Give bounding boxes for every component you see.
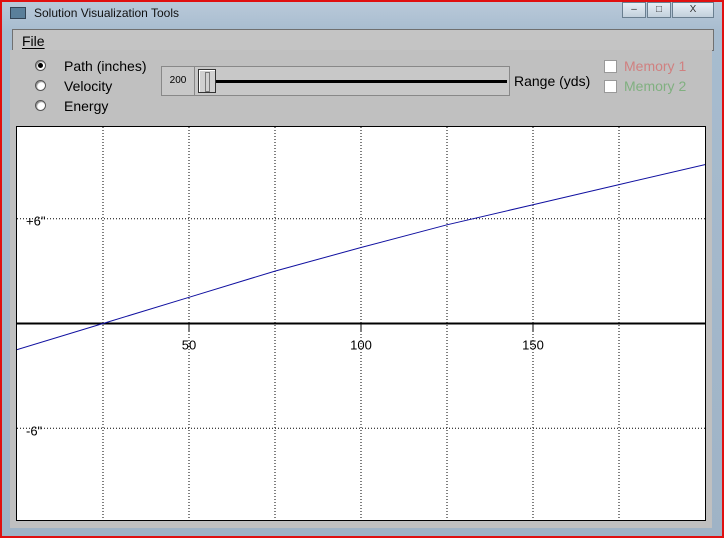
range-slider[interactable]: 200: [161, 66, 510, 96]
maximize-button[interactable]: □: [647, 2, 671, 18]
chart-svg: +6" -6" 50 100 150: [16, 127, 706, 520]
radio-energy-label[interactable]: Energy: [64, 98, 108, 114]
title-bar[interactable]: Solution Visualization Tools – □ X: [4, 2, 722, 24]
x-tick-label: 100: [350, 338, 372, 353]
close-button[interactable]: X: [672, 2, 714, 18]
x-tick-label: 150: [522, 338, 544, 353]
app-icon: [10, 7, 26, 19]
menu-bar: File: [12, 29, 714, 51]
minimize-button[interactable]: –: [622, 2, 646, 18]
radio-velocity[interactable]: [35, 80, 46, 91]
series-line-path: [16, 164, 706, 351]
radio-path[interactable]: [35, 60, 46, 71]
x-tick-label: 50: [182, 338, 196, 353]
range-value: 200: [162, 67, 195, 95]
memory-1-checkbox[interactable]: [604, 60, 617, 73]
y-tick-label: -6": [26, 423, 43, 438]
memory-2-label[interactable]: Memory 2: [624, 78, 686, 94]
slider-track[interactable]: [202, 80, 507, 83]
menu-file[interactable]: File: [22, 33, 45, 49]
memory-2-checkbox[interactable]: [604, 80, 617, 93]
y-tick-label: +6": [26, 214, 46, 229]
path-chart: +6" -6" 50 100 150: [16, 126, 706, 521]
slider-thumb[interactable]: [198, 69, 216, 93]
radio-velocity-label[interactable]: Velocity: [64, 78, 112, 94]
memory-1-label[interactable]: Memory 1: [624, 58, 686, 74]
range-label: Range (yds): [514, 73, 591, 89]
radio-path-label[interactable]: Path (inches): [64, 58, 146, 74]
radio-energy[interactable]: [35, 100, 46, 111]
window-title: Solution Visualization Tools: [34, 6, 179, 20]
